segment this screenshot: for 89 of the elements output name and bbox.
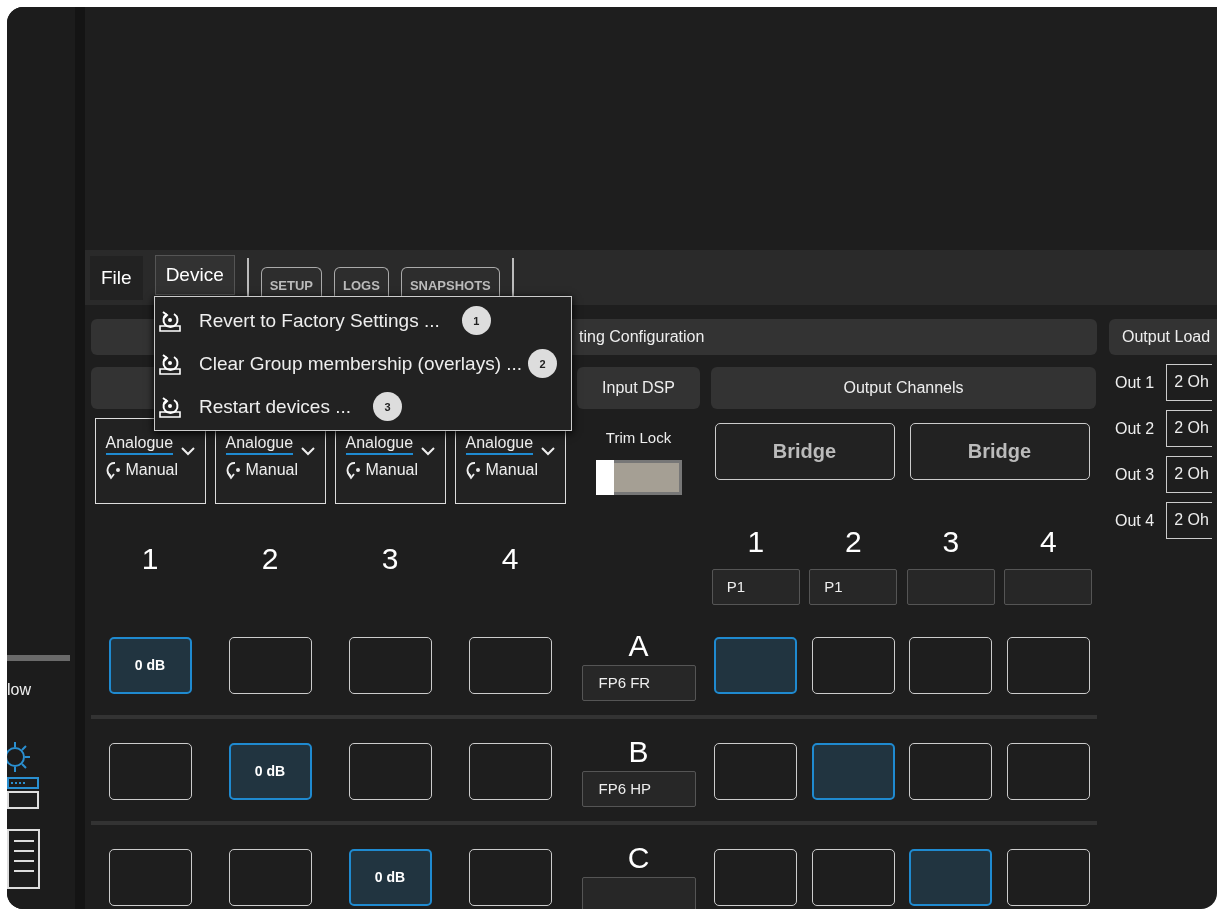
trim-lock-toggle[interactable] <box>595 460 682 495</box>
sidebar-divider-bar <box>7 655 70 661</box>
section-header: Output Channels <box>711 367 1096 409</box>
load-field[interactable]: 2 Oh <box>1166 364 1213 401</box>
input-route-button[interactable] <box>468 636 552 694</box>
output-number: 2 <box>844 525 862 559</box>
revert-icon <box>159 395 181 418</box>
output-route-button[interactable] <box>811 742 895 800</box>
section-header: Output Load <box>1109 319 1217 355</box>
output-route-button[interactable] <box>1006 636 1090 694</box>
mode-label: Manual <box>245 461 298 479</box>
zone-letter: A <box>628 629 649 663</box>
output-label: Out 1 <box>1115 373 1155 392</box>
menu-item[interactable]: File <box>90 255 143 300</box>
output-route-button[interactable] <box>1006 742 1090 800</box>
output-name-field[interactable] <box>906 569 995 605</box>
output-route-button[interactable] <box>909 742 993 800</box>
input-route-button[interactable] <box>348 636 432 694</box>
section-title: ting Configuration <box>579 328 705 346</box>
output-number: 4 <box>1039 525 1057 559</box>
zone-name-field[interactable]: FP6 HP <box>581 771 696 807</box>
input-card[interactable]: Analogue Manual <box>94 418 206 504</box>
trim-lock-label: Trim Lock <box>605 429 672 446</box>
load-field[interactable]: 2 Oh <box>1166 502 1213 539</box>
input-route-button[interactable] <box>228 848 312 906</box>
input-number: 3 <box>381 542 399 576</box>
output-route-button[interactable] <box>909 636 993 694</box>
output-route-button[interactable] <box>714 848 798 906</box>
load-field[interactable]: 2 Oh <box>1166 410 1213 447</box>
output-label: Out 3 <box>1115 465 1155 484</box>
output-name-field[interactable]: P1 <box>809 569 898 605</box>
output-route-button[interactable] <box>714 636 798 694</box>
number-badge: 3 <box>373 392 403 421</box>
zone-name-field[interactable]: FP6 FR <box>581 665 696 701</box>
input-number: 2 <box>261 542 279 576</box>
bridge-button[interactable]: Bridge <box>714 422 895 480</box>
rotate-dot-icon <box>465 460 482 480</box>
input-route-button[interactable]: 0 dB <box>108 636 192 694</box>
number-badge: 2 <box>528 349 558 378</box>
sidebar-label: low <box>7 681 32 699</box>
output-label: Out 2 <box>1115 419 1155 438</box>
input-route-button[interactable] <box>228 636 312 694</box>
bridge-button[interactable]: Bridge <box>909 422 1090 480</box>
rotate-dot-icon <box>105 460 122 480</box>
output-route-button[interactable] <box>909 848 993 906</box>
zone-letter: B <box>628 735 649 769</box>
output-name-field[interactable] <box>1004 569 1093 605</box>
zone-name-field[interactable] <box>581 877 696 909</box>
input-route-button[interactable] <box>468 848 552 906</box>
source-dropdown[interactable]: Analogue <box>225 434 294 455</box>
rotate-dot-icon <box>345 460 362 480</box>
input-route-button[interactable] <box>348 742 432 800</box>
input-number: 1 <box>141 542 159 576</box>
mode-label: Manual <box>125 461 178 479</box>
output-route-button[interactable] <box>714 742 798 800</box>
revert-icon <box>159 352 181 375</box>
output-route-button[interactable] <box>811 636 895 694</box>
section-header: Input DSP <box>577 367 700 409</box>
revert-icon <box>159 309 181 332</box>
zone-letter: C <box>627 841 650 875</box>
output-number: 1 <box>747 525 765 559</box>
source-dropdown[interactable]: Analogue <box>105 434 174 455</box>
input-number: 4 <box>501 542 519 576</box>
output-label: Out 4 <box>1115 511 1155 530</box>
source-dropdown[interactable]: Analogue <box>345 434 414 455</box>
input-route-button[interactable]: 0 dB <box>228 742 312 800</box>
output-route-button[interactable] <box>1006 848 1090 906</box>
load-field[interactable]: 2 Oh <box>1166 456 1213 493</box>
chevron-down-icon[interactable] <box>300 447 315 456</box>
input-route-button[interactable]: 0 dB <box>348 848 432 906</box>
menu-item[interactable]: Device <box>154 254 235 295</box>
rotate-dot-icon <box>225 460 242 480</box>
output-route-button[interactable] <box>811 848 895 906</box>
mode-label: Manual <box>485 461 538 479</box>
menu-entry[interactable]: Clear Group membership (overlays) ... <box>199 352 523 375</box>
input-route-button[interactable] <box>108 848 192 906</box>
number-badge: 1 <box>461 306 491 335</box>
chevron-down-icon[interactable] <box>540 447 555 456</box>
menu-entry[interactable]: Revert to Factory Settings ... <box>199 309 440 332</box>
output-number: 3 <box>942 525 960 559</box>
menu-entry[interactable]: Restart devices ... <box>199 395 352 418</box>
source-dropdown[interactable]: Analogue <box>465 434 534 455</box>
input-route-button[interactable] <box>468 742 552 800</box>
document-icon[interactable] <box>7 829 41 891</box>
chevron-down-icon[interactable] <box>420 447 435 456</box>
mode-label: Manual <box>365 461 418 479</box>
output-name-field[interactable]: P1 <box>711 569 800 605</box>
chevron-down-icon[interactable] <box>180 447 195 456</box>
input-route-button[interactable] <box>108 742 192 800</box>
